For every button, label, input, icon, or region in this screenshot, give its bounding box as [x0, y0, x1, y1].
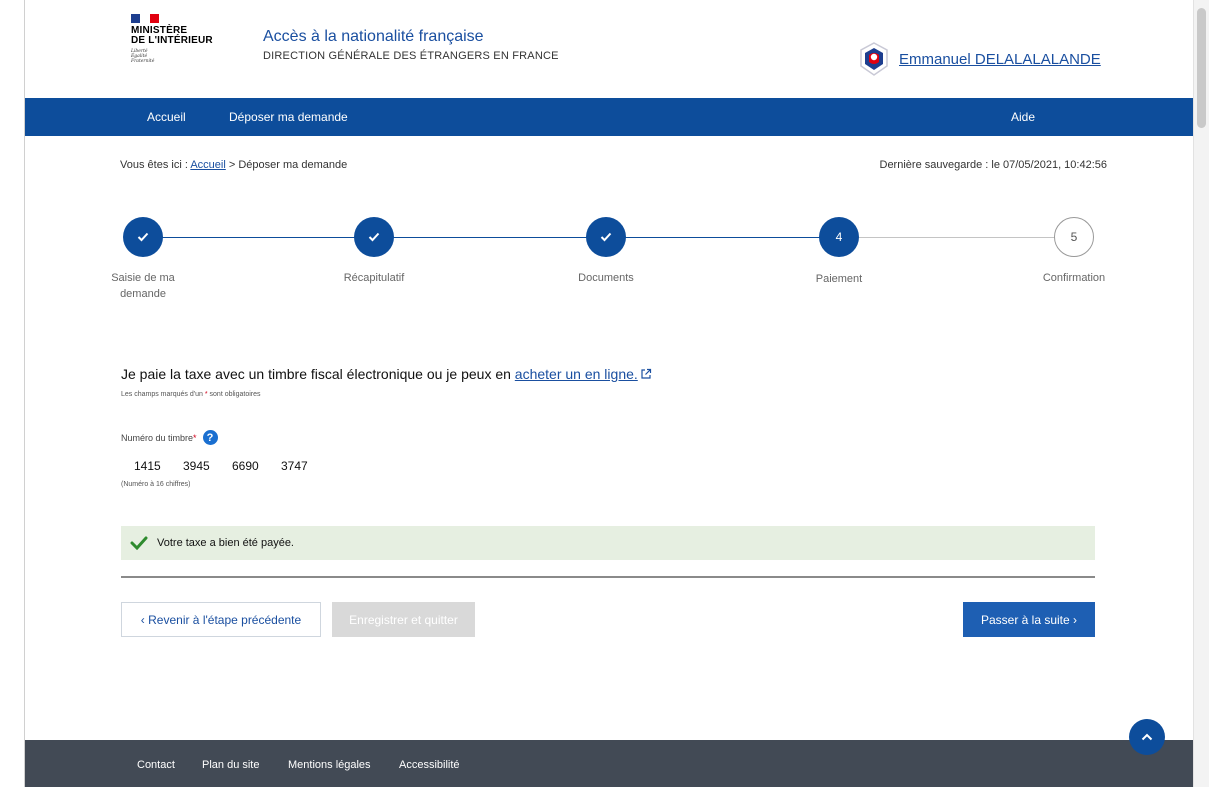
previous-step-button[interactable]: ‹ Revenir à l'étape précédente	[121, 602, 321, 637]
chevron-up-icon	[1141, 733, 1153, 741]
shield-user-icon	[860, 42, 888, 76]
main-nav: Accueil Déposer ma demande Aide	[25, 98, 1194, 136]
next-step-button[interactable]: Passer à la suite ›	[963, 602, 1095, 637]
step-3-circle	[586, 217, 626, 257]
french-flag-icon	[131, 14, 159, 23]
stamp-number-part-2[interactable]	[183, 459, 223, 473]
payment-heading-text: Je paie la taxe avec un timbre fiscal él…	[121, 366, 511, 382]
footer-link-mentions-legales[interactable]: Mentions légales	[288, 759, 371, 771]
stamp-number-part-4[interactable]	[281, 459, 321, 473]
last-save-info: Dernière sauvegarde : le 07/05/2021, 10:…	[879, 159, 1108, 171]
required-fields-note: Les champs marqués d'un * sont obligatoi…	[121, 391, 261, 398]
stamp-number-part-3[interactable]	[232, 459, 272, 473]
required-note-text: Les champs marqués d'un	[121, 391, 203, 398]
footer: Contact Plan du site Mentions légales Ac…	[25, 740, 1194, 787]
step-2-circle	[354, 217, 394, 257]
save-and-quit-button[interactable]: Enregistrer et quitter	[332, 602, 475, 637]
stamp-number-fields	[134, 459, 330, 473]
step-1-label: Saisie de ma demande	[111, 272, 175, 300]
breadcrumb-separator: >	[228, 159, 236, 171]
step-4-label: Paiement	[815, 273, 863, 285]
breadcrumb: Vous êtes ici : Accueil > Déposer ma dem…	[120, 159, 347, 171]
payment-heading: Je paie la taxe avec un timbre fiscal él…	[121, 366, 652, 382]
check-icon	[368, 232, 380, 242]
breadcrumb-prefix: Vous êtes ici :	[120, 159, 188, 171]
footer-link-contact[interactable]: Contact	[137, 759, 175, 771]
logo-motto: Liberté Égalité Fraternité	[131, 49, 231, 65]
required-note-text: sont obligatoires	[209, 391, 261, 398]
step-5-circle: 5	[1054, 217, 1094, 257]
site-title: Accès à la nationalité française	[263, 28, 484, 45]
logo-title-line2: DE L'INTÉRIEUR	[131, 35, 213, 46]
stamp-number-hint: (Numéro à 16 chiffres)	[121, 481, 191, 488]
step-1-circle	[123, 217, 163, 257]
footer-link-accessibilite[interactable]: Accessibilité	[399, 759, 460, 771]
payment-success-alert: Votre taxe a bien été payée.	[121, 526, 1095, 560]
step-5-label: Confirmation	[1042, 272, 1106, 284]
check-icon	[600, 232, 612, 242]
step-3-label: Documents	[578, 272, 634, 284]
external-link-icon	[641, 368, 651, 379]
stamp-number-part-1[interactable]	[134, 459, 174, 473]
scrollbar-thumb[interactable]	[1197, 8, 1206, 128]
buy-stamp-online-link[interactable]: acheter un en ligne.	[515, 366, 638, 382]
step-connector	[374, 237, 606, 238]
required-star: *	[204, 391, 208, 398]
header: MINISTÈRE DE L'INTÉRIEUR Liberté Égalité…	[25, 0, 1194, 98]
user-account[interactable]: Emmanuel DELALALALANDE	[859, 42, 1101, 76]
divider	[121, 576, 1095, 578]
step-4-circle: 4	[819, 217, 859, 257]
required-star: *	[193, 432, 197, 443]
breadcrumb-current: Déposer ma demande	[238, 159, 348, 171]
nav-item-aide[interactable]: Aide	[1011, 110, 1035, 124]
help-icon[interactable]: ?	[202, 430, 218, 445]
footer-link-plan-du-site[interactable]: Plan du site	[202, 759, 259, 771]
breadcrumb-home-link[interactable]: Accueil	[190, 159, 225, 171]
motto-line: Fraternité	[131, 59, 155, 65]
alert-message: Votre taxe a bien été payée.	[157, 537, 294, 549]
progress-stepper: 4 5 Saisie de ma demande Récapitulatif D…	[25, 210, 1194, 310]
nav-item-accueil[interactable]: Accueil	[147, 110, 186, 124]
stamp-number-label-text: Numéro du timbre	[121, 432, 194, 443]
user-name-link[interactable]: Emmanuel DELALALALANDE	[899, 51, 1101, 68]
ministry-logo[interactable]: MINISTÈRE DE L'INTÉRIEUR Liberté Égalité…	[131, 14, 231, 65]
step-connector	[839, 237, 1074, 238]
step-2-label: Récapitulatif	[343, 272, 405, 284]
vertical-scrollbar[interactable]	[1193, 0, 1209, 787]
stamp-number-label: Numéro du timbre * ?	[121, 430, 218, 445]
back-to-top-button[interactable]	[1129, 719, 1165, 755]
site-subtitle: DIRECTION GÉNÉRALE DES ÉTRANGERS EN FRAN…	[263, 50, 559, 62]
step-connector	[143, 237, 374, 238]
step-connector	[606, 237, 839, 238]
check-icon	[130, 536, 148, 550]
check-icon	[137, 232, 149, 242]
page: MINISTÈRE DE L'INTÉRIEUR Liberté Égalité…	[24, 0, 1194, 787]
nav-item-deposer-demande[interactable]: Déposer ma demande	[229, 110, 348, 124]
